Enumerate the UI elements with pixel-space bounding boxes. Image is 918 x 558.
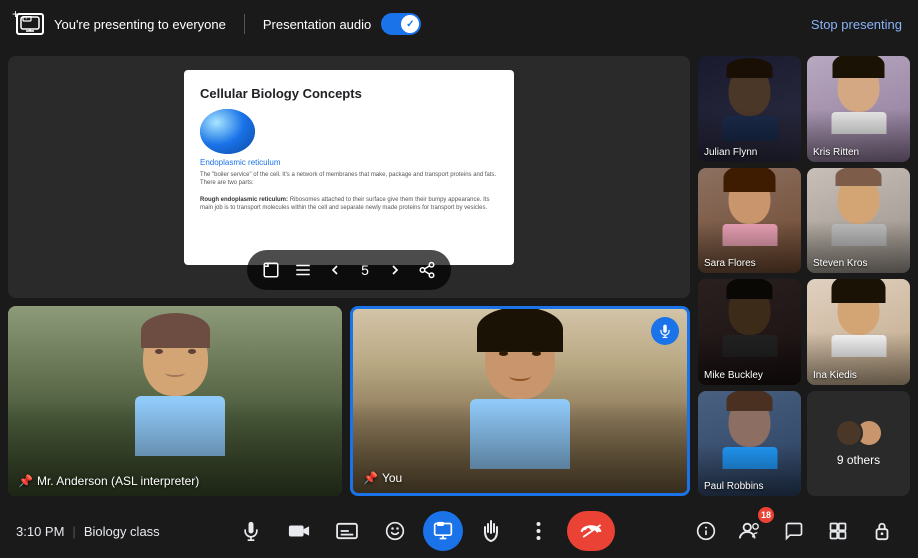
tile-sara[interactable]: Sara Flores <box>698 168 801 274</box>
mike-name: Mike Buckley <box>704 370 763 381</box>
toggle-knob <box>401 15 419 33</box>
camera-button[interactable] <box>279 511 319 551</box>
others-count: 9 others <box>837 453 880 467</box>
presenting-text: You're presenting to everyone <box>54 17 226 32</box>
share-slide-button[interactable] <box>411 254 443 286</box>
slide-content: Cellular Biology Concepts Endoplasmic re… <box>184 70 514 265</box>
slide-menu-button[interactable] <box>287 254 319 286</box>
activities-button[interactable] <box>818 511 858 551</box>
stop-presenting-button[interactable]: Stop presenting <box>811 17 902 32</box>
speaking-indicator <box>651 317 679 345</box>
slide-prev-button[interactable] <box>319 254 351 286</box>
security-button[interactable] <box>862 511 902 551</box>
right-controls: 18 <box>686 511 902 551</box>
slide-next-button[interactable] <box>379 254 411 286</box>
bottom-controls <box>160 511 686 551</box>
people-badge: 18 <box>758 507 774 523</box>
mic-button[interactable] <box>231 511 271 551</box>
anderson-name: 📌 Mr. Anderson (ASL interpreter) <box>18 474 199 488</box>
video-tiles: 📌 Mr. Anderson (ASL interpreter) <box>8 306 690 496</box>
slide-title: Cellular Biology Concepts <box>200 86 498 101</box>
mini-avatar-1 <box>835 419 863 447</box>
present-screen-icon: + <box>16 13 44 35</box>
current-time: 3:10 PM <box>16 524 64 539</box>
expand-slide-button[interactable] <box>255 254 287 286</box>
cell-diagram-image <box>200 109 255 154</box>
you-name: 📌 You <box>363 471 402 485</box>
raise-hand-button[interactable] <box>471 511 511 551</box>
pin-icon: 📌 <box>18 474 33 488</box>
tile-anderson[interactable]: 📌 Mr. Anderson (ASL interpreter) <box>8 306 342 496</box>
people-button-container[interactable]: 18 <box>730 511 770 551</box>
more-options-button[interactable] <box>519 511 559 551</box>
tile-steven[interactable]: Steven Kros <box>807 168 910 274</box>
steven-name: Steven Kros <box>813 258 867 269</box>
tile-you[interactable]: 📌 You <box>350 306 690 496</box>
slide-container: Cellular Biology Concepts Endoplasmic re… <box>8 56 690 298</box>
present-button[interactable] <box>423 511 463 551</box>
slide-controls: 5 <box>247 250 451 290</box>
reactions-button[interactable] <box>375 511 415 551</box>
end-call-button[interactable] <box>567 511 615 551</box>
sara-name: Sara Flores <box>704 258 756 269</box>
others-avatars <box>835 419 883 447</box>
tile-kris[interactable]: Kris Ritten <box>807 56 910 162</box>
time-class-info: 3:10 PM | Biology class <box>16 524 160 539</box>
tile-mike[interactable]: Mike Buckley <box>698 279 801 385</box>
header-divider <box>244 14 245 34</box>
audio-label: Presentation audio <box>263 17 371 32</box>
audio-toggle[interactable] <box>381 13 421 35</box>
presenting-info: + You're presenting to everyone Presenta… <box>16 13 811 35</box>
captions-button[interactable] <box>327 511 367 551</box>
slide-subtitle: Endoplasmic reticulum <box>200 158 498 167</box>
slide-page-number: 5 <box>351 262 379 278</box>
you-overlay <box>353 309 687 493</box>
paul-name: Paul Robbins <box>704 481 763 492</box>
tile-julian[interactable]: Julian Flynn <box>698 56 801 162</box>
bottom-bar: 3:10 PM | Biology class <box>0 504 918 558</box>
main-content: Cellular Biology Concepts Endoplasmic re… <box>0 48 918 504</box>
kris-name: Kris Ritten <box>813 147 859 158</box>
participant-grid: Julian Flynn Kris Ritten <box>698 48 918 504</box>
tile-ina[interactable]: Ina Kiedis <box>807 279 910 385</box>
chat-button[interactable] <box>774 511 814 551</box>
ina-name: Ina Kiedis <box>813 370 857 381</box>
you-pin-icon: 📌 <box>363 471 378 485</box>
anderson-overlay <box>8 306 342 496</box>
tile-paul[interactable]: Paul Robbins <box>698 391 801 497</box>
julian-name: Julian Flynn <box>704 147 757 158</box>
tile-others[interactable]: 9 others <box>807 391 910 497</box>
top-bar: + You're presenting to everyone Presenta… <box>0 0 918 48</box>
slide-body-text: The "boiler service" of the cell. It's a… <box>200 171 498 213</box>
left-side: Cellular Biology Concepts Endoplasmic re… <box>0 48 698 504</box>
info-button[interactable] <box>686 511 726 551</box>
class-label: Biology class <box>84 524 160 539</box>
